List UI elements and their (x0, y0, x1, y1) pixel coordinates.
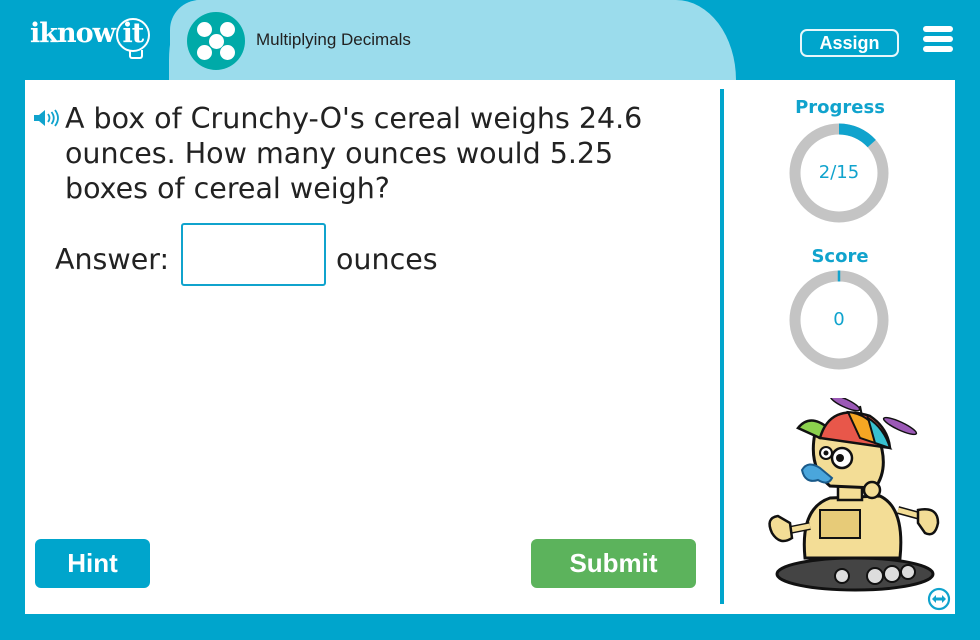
lesson-title-tab (169, 0, 736, 80)
question-text: A box of Crunchy-O's cereal weighs 24.6 … (65, 102, 643, 205)
logo-text: iknow (30, 18, 116, 49)
expand-horizontal-icon[interactable] (927, 587, 951, 611)
submit-button[interactable]: Submit (531, 539, 696, 588)
answer-unit: ounces (336, 243, 438, 276)
lightbulb-icon: it (115, 18, 150, 59)
logo-bulb-text: it (122, 18, 144, 49)
dice-five-icon (187, 12, 245, 70)
progress-value: 2/15 (818, 162, 860, 183)
iknowit-logo[interactable]: iknow it (30, 18, 150, 59)
hamburger-menu-icon[interactable] (923, 26, 953, 52)
lesson-title: Multiplying Decimals (256, 30, 411, 49)
answer-input[interactable] (181, 223, 326, 286)
progress-label: Progress (795, 97, 885, 118)
score-value: 0 (833, 309, 845, 330)
assign-button[interactable]: Assign (800, 29, 899, 57)
robot-mascot (768, 398, 940, 592)
answer-label: Answer: (55, 243, 170, 276)
panel-divider (720, 89, 724, 604)
score-label: Score (811, 246, 869, 267)
speaker-icon[interactable] (33, 109, 63, 127)
hint-button[interactable]: Hint (35, 539, 150, 588)
